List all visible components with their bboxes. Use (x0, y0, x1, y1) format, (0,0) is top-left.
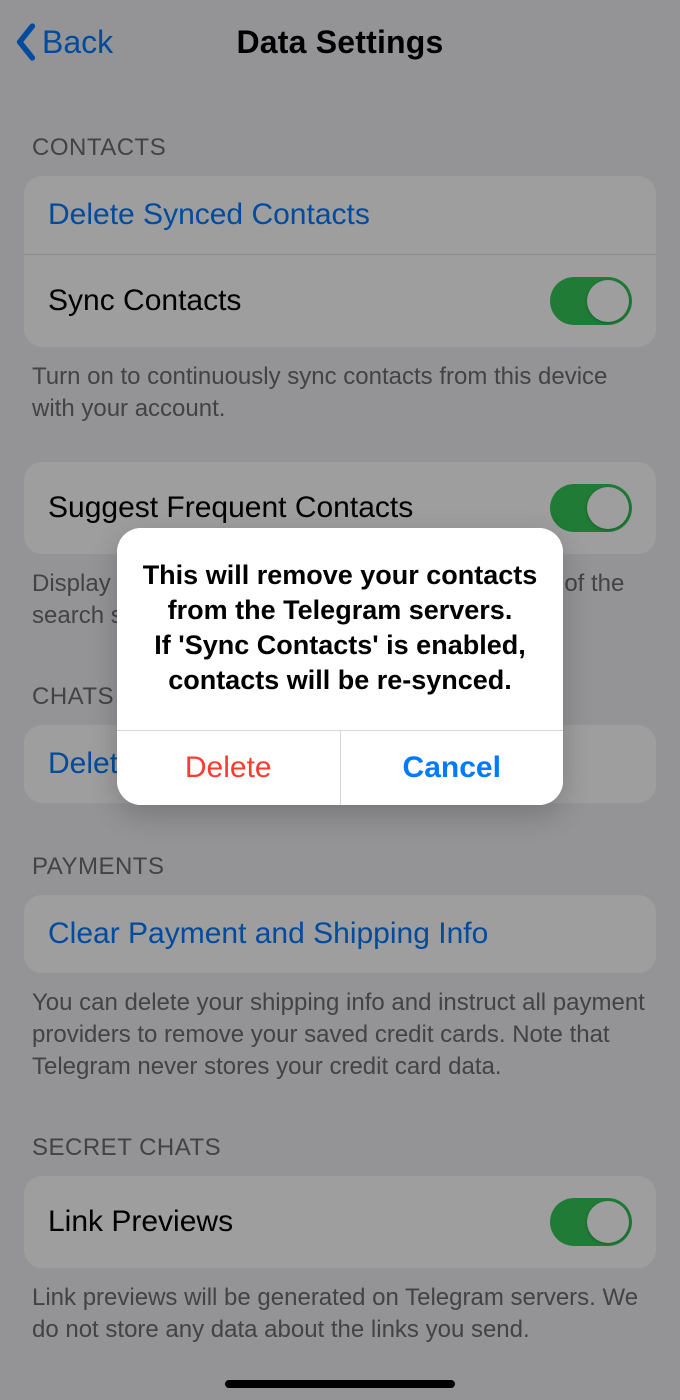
alert-message: This will remove your contacts from the … (117, 528, 563, 730)
confirm-alert: This will remove your contacts from the … (117, 528, 563, 805)
home-indicator[interactable] (225, 1380, 455, 1388)
alert-actions: Delete Cancel (117, 730, 563, 805)
alert-delete-button[interactable]: Delete (117, 731, 340, 805)
alert-cancel-button[interactable]: Cancel (340, 731, 564, 805)
